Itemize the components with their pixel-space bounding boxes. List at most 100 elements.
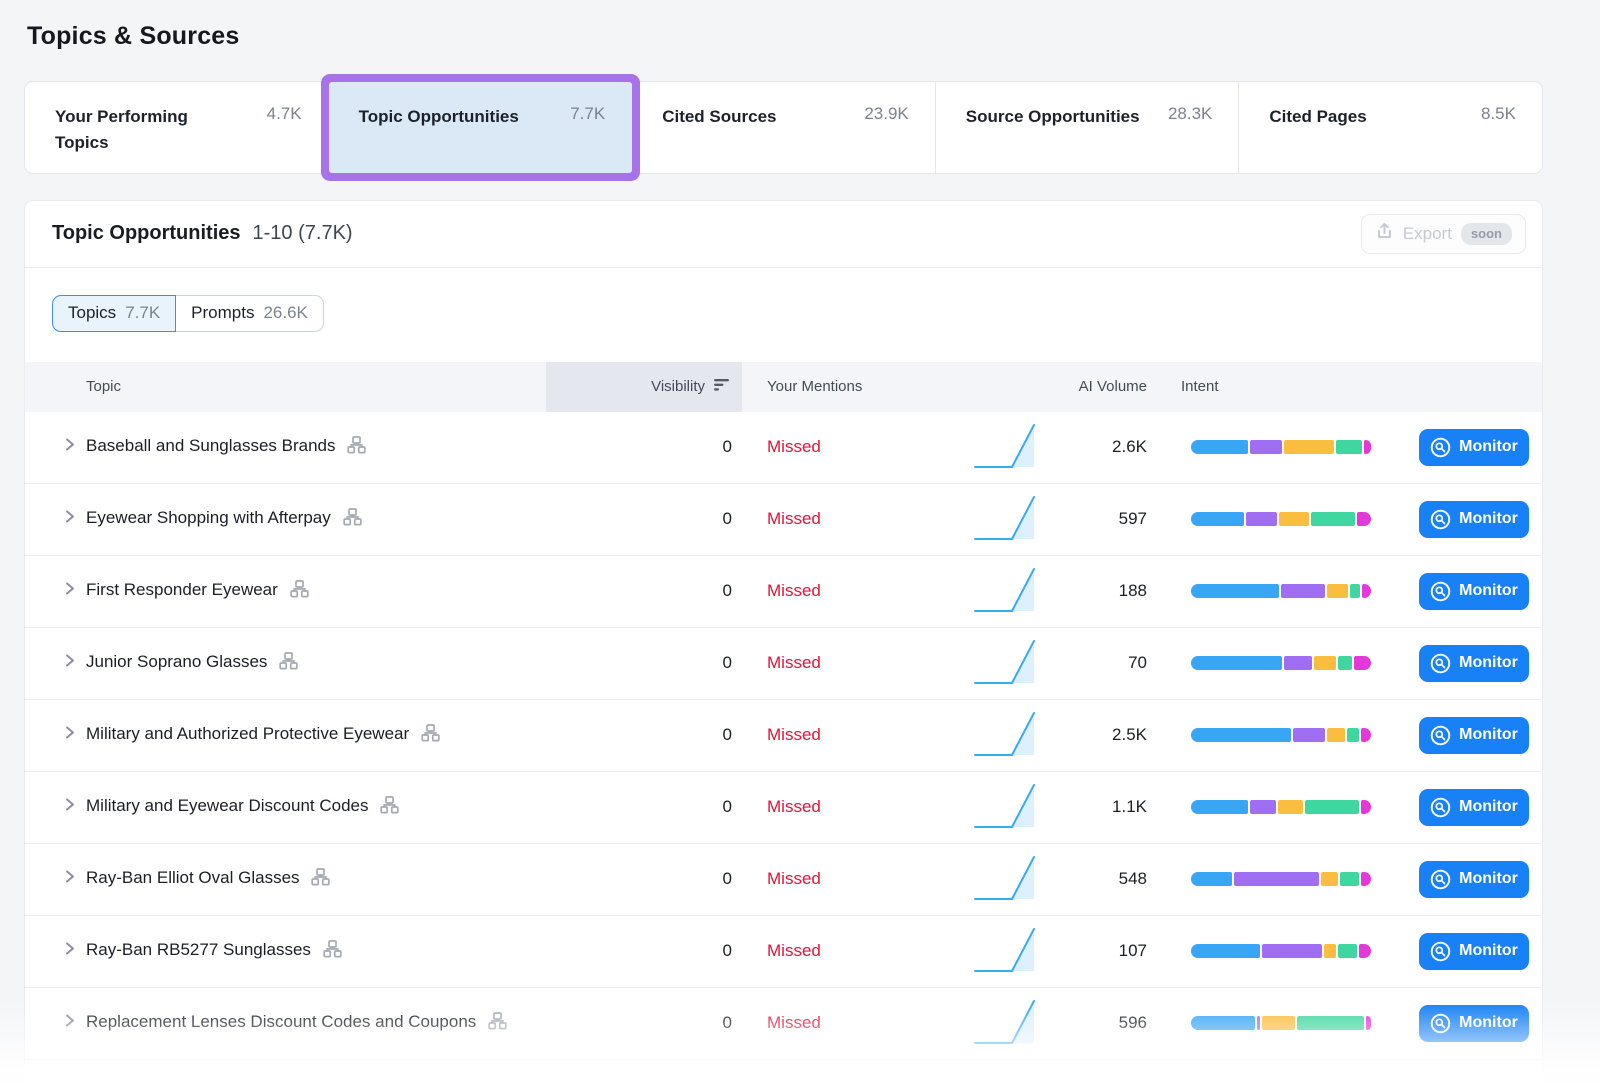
visibility-value: 0 — [546, 941, 742, 961]
tab-cited-pages[interactable]: Cited Pages 8.5K — [1239, 82, 1542, 173]
topic-link[interactable]: Ray-Ban RB5277 Sunglasses — [86, 937, 546, 966]
chevron-right-icon — [62, 725, 77, 745]
soon-badge: soon — [1461, 223, 1512, 245]
chevron-right-icon — [62, 941, 77, 961]
monitor-button[interactable]: Monitor — [1419, 573, 1529, 610]
trend-sparkline — [952, 707, 1027, 764]
ai-volume-value: 2.5K — [1027, 725, 1147, 745]
topic-link[interactable]: Ray-Ban Elliot Oval Glasses — [86, 865, 546, 894]
intent-distribution-bar — [1191, 656, 1371, 670]
monitor-magnifier-icon — [1430, 725, 1451, 746]
intent-segment-magenta — [1361, 800, 1371, 814]
monitor-button[interactable]: Monitor — [1419, 861, 1529, 898]
topic-link[interactable]: Military and Eyewear Discount Codes — [86, 793, 546, 822]
intent-segment-yellow — [1314, 656, 1336, 670]
intent-distribution-bar — [1191, 512, 1371, 526]
intent-segment-yellow — [1279, 512, 1308, 526]
table-row: Ray-Ban RB5277 Sunglasses 0 Missed 107 M… — [25, 916, 1542, 988]
export-label: Export — [1403, 224, 1452, 244]
topic-link[interactable]: Military and Authorized Protective Eyewe… — [86, 721, 546, 750]
tab-topic-opportunities[interactable]: Topic Opportunities 7.7K — [329, 82, 633, 173]
monitor-button[interactable]: Monitor — [1419, 1005, 1529, 1042]
expand-row-button[interactable] — [52, 581, 86, 601]
intent-segment-yellow — [1327, 584, 1348, 598]
topic-link[interactable]: First Responder Eyewear — [86, 577, 546, 606]
monitor-magnifier-icon — [1430, 581, 1451, 602]
intent-segment-magenta — [1362, 584, 1371, 598]
monitor-button[interactable]: Monitor — [1419, 429, 1529, 466]
ai-volume-value: 597 — [1027, 509, 1147, 529]
intent-segment-blue — [1191, 440, 1248, 454]
topic-link[interactable]: Junior Soprano Glasses — [86, 649, 546, 678]
expand-row-button[interactable] — [52, 509, 86, 529]
monitor-button[interactable]: Monitor — [1419, 789, 1529, 826]
column-header-ai-volume[interactable]: AI Volume — [1027, 378, 1147, 395]
intent-segment-magenta — [1357, 512, 1371, 526]
monitor-button[interactable]: Monitor — [1419, 717, 1529, 754]
intent-segment-green — [1338, 656, 1352, 670]
monitor-button[interactable]: Monitor — [1419, 933, 1529, 970]
tab-your-performing-topics[interactable]: Your Performing Topics 4.7K — [25, 82, 329, 173]
expand-row-button[interactable] — [52, 797, 86, 817]
intent-segment-purple — [1250, 800, 1276, 814]
topic-link[interactable]: Eyewear Shopping with Afterpay — [86, 505, 546, 534]
topic-hierarchy-icon — [307, 871, 331, 890]
table-row: Junior Soprano Glasses 0 Missed 70 Monit… — [25, 628, 1542, 700]
monitor-button[interactable]: Monitor — [1419, 645, 1529, 682]
topic-hierarchy-icon — [416, 727, 440, 746]
column-header-visibility[interactable]: Visibility — [546, 362, 742, 412]
column-header-topic[interactable]: Topic — [86, 378, 546, 395]
ai-volume-value: 2.6K — [1027, 437, 1147, 457]
trend-sparkline — [952, 419, 1027, 476]
topic-hierarchy-icon — [338, 511, 362, 530]
intent-cell — [1147, 944, 1397, 958]
monitor-magnifier-icon — [1430, 797, 1451, 818]
panel-range: 1-10 (7.7K) — [253, 222, 353, 245]
table-row: Replacement Lenses Discount Codes and Co… — [25, 988, 1542, 1060]
intent-segment-green — [1340, 872, 1359, 886]
intent-segment-magenta — [1354, 656, 1371, 670]
topic-hierarchy-icon — [483, 1015, 507, 1034]
monitor-button[interactable]: Monitor — [1419, 501, 1529, 538]
intent-segment-blue — [1191, 1016, 1255, 1030]
column-header-intent[interactable]: Intent — [1147, 378, 1397, 395]
intent-distribution-bar — [1191, 800, 1371, 814]
intent-distribution-bar — [1191, 872, 1371, 886]
table-row: Military and Eyewear Discount Codes 0 Mi… — [25, 772, 1542, 844]
trend-sparkline — [952, 635, 1027, 692]
ai-volume-value: 107 — [1027, 941, 1147, 961]
export-button[interactable]: Export soon — [1361, 214, 1526, 254]
tab-source-opportunities[interactable]: Source Opportunities 28.3K — [936, 82, 1240, 173]
expand-row-button[interactable] — [52, 869, 86, 889]
column-header-your-mentions[interactable]: Your Mentions — [742, 378, 952, 395]
toggle-topics[interactable]: Topics 7.7K — [52, 295, 176, 332]
intent-distribution-bar — [1191, 944, 1371, 958]
table-header: Topic Visibility Your Mentions AI Volume… — [25, 362, 1542, 412]
intent-segment-blue — [1191, 512, 1244, 526]
intent-segment-purple — [1250, 440, 1283, 454]
intent-segment-purple — [1246, 512, 1277, 526]
ai-volume-value: 188 — [1027, 581, 1147, 601]
expand-row-button[interactable] — [52, 725, 86, 745]
topic-hierarchy-icon — [318, 943, 342, 962]
sort-descending-icon — [713, 378, 730, 396]
toggle-prompts[interactable]: Prompts 26.6K — [176, 295, 324, 332]
chevron-right-icon — [62, 1013, 77, 1033]
visibility-value: 0 — [546, 725, 742, 745]
topic-link[interactable]: Replacement Lenses Discount Codes and Co… — [86, 1009, 546, 1038]
expand-row-button[interactable] — [52, 941, 86, 961]
intent-segment-magenta — [1361, 728, 1371, 742]
ai-volume-value: 596 — [1027, 1013, 1147, 1033]
intent-segment-blue — [1191, 728, 1291, 742]
tab-cited-sources[interactable]: Cited Sources 23.9K — [632, 82, 936, 173]
mentions-status: Missed — [742, 581, 952, 601]
intent-cell — [1147, 1016, 1397, 1030]
visibility-value: 0 — [546, 797, 742, 817]
expand-row-button[interactable] — [52, 437, 86, 457]
panel-header: Topic Opportunities 1-10 (7.7K) Export s… — [25, 201, 1542, 267]
expand-row-button[interactable] — [52, 1013, 86, 1033]
ai-volume-value: 548 — [1027, 869, 1147, 889]
expand-row-button[interactable] — [52, 653, 86, 673]
topic-link[interactable]: Baseball and Sunglasses Brands — [86, 433, 546, 462]
intent-segment-purple — [1262, 944, 1322, 958]
